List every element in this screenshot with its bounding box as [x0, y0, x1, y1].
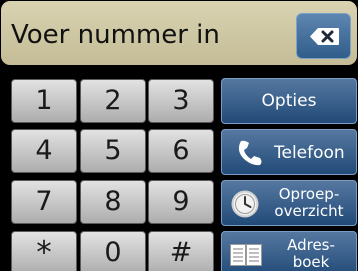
- address-book-label-line2: boek: [292, 253, 330, 271]
- call-history-button[interactable]: Oproep- overzicht: [221, 180, 357, 226]
- address-book-label: Adres- boek: [266, 237, 356, 271]
- phone-button[interactable]: Telefoon: [221, 129, 357, 175]
- address-book-button[interactable]: Adres- boek: [221, 231, 357, 271]
- backspace-icon: [310, 28, 339, 45]
- backspace-button[interactable]: [296, 13, 351, 59]
- number-display: Voer nummer in: [1, 1, 357, 65]
- options-button-label: Opties: [261, 91, 317, 111]
- key-3[interactable]: 3: [148, 79, 214, 123]
- phone-button-label: Telefoon: [274, 143, 345, 163]
- address-book-label-line1: Adres-: [287, 236, 335, 254]
- key-7[interactable]: 7: [11, 180, 77, 224]
- key-8[interactable]: 8: [80, 180, 146, 224]
- key-star[interactable]: *: [11, 231, 77, 271]
- key-hash[interactable]: #: [148, 231, 214, 271]
- key-4[interactable]: 4: [11, 129, 77, 173]
- phone-icon: [238, 140, 262, 166]
- clock-icon: [231, 190, 259, 218]
- dial-screen: Voer nummer in 1 2 3 4 5 6 7 8 9 * 0 # O…: [0, 0, 358, 271]
- key-5[interactable]: 5: [80, 129, 146, 173]
- call-history-label-line1: Oproep-: [278, 185, 340, 203]
- key-9[interactable]: 9: [148, 180, 214, 224]
- address-book-icon: [230, 244, 262, 266]
- call-history-label-line2: overzicht: [274, 202, 344, 220]
- key-1[interactable]: 1: [11, 79, 77, 123]
- number-display-prompt: Voer nummer in: [11, 20, 220, 50]
- key-6[interactable]: 6: [148, 129, 214, 173]
- key-2[interactable]: 2: [80, 79, 146, 123]
- options-button[interactable]: Opties: [221, 78, 357, 124]
- key-0[interactable]: 0: [80, 231, 146, 271]
- call-history-label: Oproep- overzicht: [262, 186, 356, 220]
